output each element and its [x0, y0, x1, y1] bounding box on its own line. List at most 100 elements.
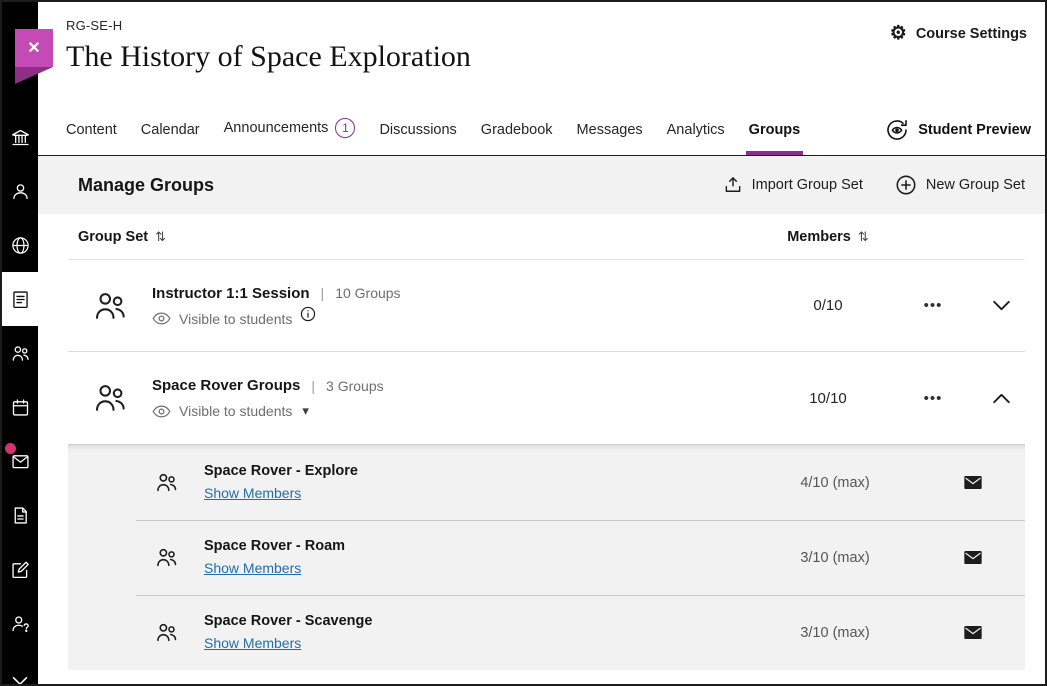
message-group-button[interactable]: [920, 476, 1025, 489]
documents-icon: [10, 505, 31, 526]
calendar-icon: [10, 397, 31, 418]
sort-icon: ⇅: [858, 229, 869, 245]
show-members-link[interactable]: Show Members: [204, 560, 301, 576]
ellipsis-icon: •••: [924, 297, 943, 314]
compose-icon: [10, 559, 31, 580]
course-header: RG-SE-H The History of Space Exploration…: [38, 2, 1045, 104]
tab-analytics[interactable]: Analytics: [667, 122, 725, 155]
tab-gradebook[interactable]: Gradebook: [481, 122, 553, 155]
visibility-dropdown[interactable]: Visible to students ▾: [152, 403, 309, 419]
collapse-chevron-button[interactable]: [978, 393, 1025, 404]
import-group-set-button[interactable]: Import Group Set: [723, 175, 863, 195]
import-icon: [723, 175, 743, 195]
courses-icon: [10, 289, 31, 310]
sidebar-item-documents[interactable]: [2, 488, 38, 542]
main-content: RG-SE-H The History of Space Exploration…: [38, 2, 1045, 684]
group-set-row: Instructor 1:1 Session | 10 Groups Visib…: [68, 260, 1025, 352]
info-icon[interactable]: [300, 306, 316, 322]
group-row: Space Rover - Roam Show Members 3/10 (ma…: [68, 520, 1025, 595]
group-set-name[interactable]: Instructor 1:1 Session: [152, 285, 310, 302]
app-window: ✕: [0, 0, 1047, 686]
global-sidebar: ✕: [2, 2, 38, 684]
options-menu-button[interactable]: •••: [888, 297, 978, 314]
course-title: The History of Space Exploration: [66, 40, 471, 73]
show-members-link[interactable]: Show Members: [204, 485, 301, 501]
message-group-button[interactable]: [920, 626, 1025, 639]
messages-icon: [10, 451, 31, 472]
options-menu-button[interactable]: •••: [888, 390, 978, 407]
page-title: Manage Groups: [78, 175, 214, 196]
group-icon: [154, 470, 179, 495]
sidebar-collapse-button[interactable]: [2, 676, 38, 686]
chevron-down-icon: [992, 300, 1011, 311]
tab-messages[interactable]: Messages: [577, 122, 643, 155]
expanded-groups-panel: Space Rover - Explore Show Members 4/10 …: [68, 444, 1025, 670]
caret-down-icon: ▾: [302, 403, 309, 419]
group-count: 10 Groups: [335, 285, 400, 301]
group-name: Space Rover - Explore: [204, 463, 750, 479]
plus-circle-icon: [895, 174, 917, 196]
tab-groups[interactable]: Groups: [749, 122, 801, 155]
sidebar-item-organizations[interactable]: [2, 218, 38, 272]
sidebar-item-institution[interactable]: [2, 110, 38, 164]
sort-members-button[interactable]: Members ⇅: [787, 229, 869, 245]
student-preview-button[interactable]: Student Preview: [885, 118, 1031, 155]
group-set-icon: [91, 287, 129, 325]
group-row: Space Rover - Scavenge Show Members 3/10…: [68, 595, 1025, 670]
eye-icon: [152, 312, 171, 325]
tab-content[interactable]: Content: [66, 122, 117, 155]
profile-icon: [10, 181, 31, 202]
messages-unread-badge: [5, 443, 16, 454]
ellipsis-icon: •••: [924, 390, 943, 407]
group-set-icon: [91, 379, 129, 417]
group-members-count: 3/10 (max): [750, 625, 920, 641]
announcements-count-badge: 1: [335, 118, 355, 138]
student-preview-label: Student Preview: [918, 122, 1031, 138]
sort-icon: ⇅: [155, 229, 166, 245]
group-icon: [154, 545, 179, 570]
sidebar-item-help[interactable]: [2, 596, 38, 650]
envelope-icon: [964, 626, 982, 639]
sidebar-item-compose[interactable]: [2, 542, 38, 596]
group-name: Space Rover - Scavenge: [204, 613, 750, 629]
group-members-count: 3/10 (max): [750, 550, 920, 566]
course-settings-button[interactable]: ⚙ Course Settings: [890, 24, 1027, 43]
close-icon: ✕: [27, 38, 40, 58]
institution-icon: [10, 127, 31, 148]
tab-announcements[interactable]: Announcements 1: [224, 118, 356, 155]
group-set-row: Space Rover Groups | 3 Groups Visible to…: [68, 352, 1025, 444]
sidebar-nav: [2, 110, 38, 650]
group-table-header: Group Set ⇅ Members ⇅: [68, 214, 1025, 260]
tab-discussions[interactable]: Discussions: [379, 122, 456, 155]
chevron-up-icon: [992, 393, 1011, 404]
gear-icon: ⚙: [890, 24, 907, 43]
envelope-icon: [964, 551, 982, 564]
visibility-control[interactable]: Visible to students: [152, 311, 292, 327]
close-button-fold: [15, 67, 53, 84]
sort-group-set-button[interactable]: Group Set ⇅: [68, 229, 166, 245]
tab-calendar[interactable]: Calendar: [141, 122, 200, 155]
sidebar-item-calendar[interactable]: [2, 380, 38, 434]
members-count: 10/10: [768, 390, 888, 407]
members-count: 0/10: [768, 297, 888, 314]
course-settings-label: Course Settings: [916, 26, 1027, 42]
envelope-icon: [964, 476, 982, 489]
group-count: 3 Groups: [326, 378, 384, 394]
close-course-button[interactable]: ✕: [15, 29, 53, 67]
sidebar-item-messages[interactable]: [2, 434, 38, 488]
group-set-name[interactable]: Space Rover Groups: [152, 377, 300, 394]
group-icon: [154, 620, 179, 645]
expand-chevron-button[interactable]: [978, 300, 1025, 311]
eye-icon: [152, 405, 171, 418]
collapse-chevron-icon: [12, 676, 28, 686]
group-row: Space Rover - Explore Show Members 4/10 …: [68, 445, 1025, 520]
course-tabbar: Content Calendar Announcements 1 Discuss…: [38, 104, 1045, 156]
course-code: RG-SE-H: [66, 18, 471, 33]
sidebar-item-community[interactable]: [2, 326, 38, 380]
sidebar-item-profile[interactable]: [2, 164, 38, 218]
message-group-button[interactable]: [920, 551, 1025, 564]
show-members-link[interactable]: Show Members: [204, 635, 301, 651]
sidebar-item-courses[interactable]: [2, 272, 38, 326]
group-name: Space Rover - Roam: [204, 538, 750, 554]
new-group-set-button[interactable]: New Group Set: [895, 174, 1025, 196]
